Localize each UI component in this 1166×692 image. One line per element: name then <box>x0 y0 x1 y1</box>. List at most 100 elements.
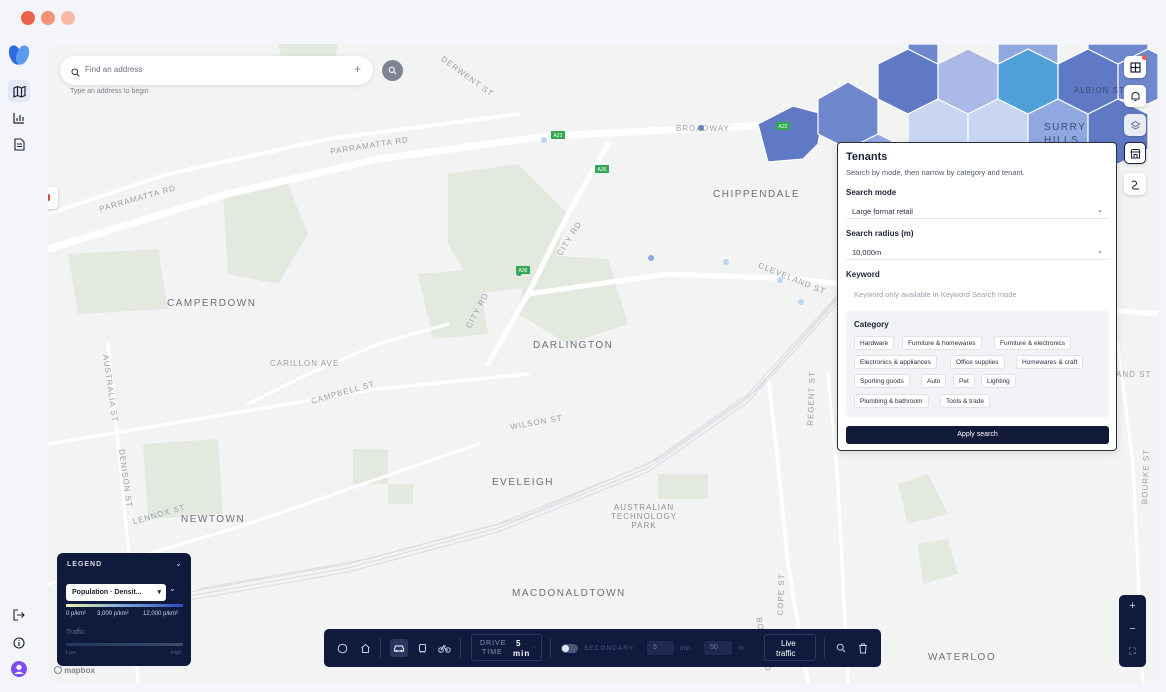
legend-layer-value: Population · Densit... <box>72 589 142 596</box>
close-window-button[interactable] <box>21 11 35 25</box>
left-rail <box>0 36 38 692</box>
collapse-legend-icon[interactable]: ⌄ <box>175 559 182 568</box>
address-search-bar[interactable]: Find an address + <box>60 56 403 85</box>
suburb-label: CAMPERDOWN <box>167 298 257 309</box>
tenants-tool[interactable] <box>1124 142 1146 164</box>
add-location-button[interactable]: + <box>354 62 361 76</box>
transit-mode-icon[interactable] <box>413 639 431 657</box>
circle-draw-icon[interactable] <box>333 639 351 657</box>
search-icon <box>388 66 397 75</box>
poi-label: AUSTRALIAN TECHNOLOGY PARK <box>611 503 678 530</box>
bell-tool[interactable] <box>1124 85 1146 107</box>
search-hint: Type an address to begin <box>70 88 149 95</box>
search-icon[interactable] <box>832 639 850 657</box>
density-gradient <box>66 604 183 607</box>
category-chip[interactable]: Lighting <box>981 374 1016 388</box>
street-label: COPE ST <box>775 573 787 616</box>
street-label: BROADWAY <box>676 124 730 133</box>
route-shield-a22: A22 <box>554 133 563 139</box>
category-chip[interactable]: Hardware <box>854 336 895 350</box>
zoom-out-button[interactable]: − <box>1119 623 1146 635</box>
grid-layer-tool[interactable] <box>1124 55 1147 78</box>
report-icon[interactable] <box>8 133 30 155</box>
location-marker[interactable] <box>48 187 58 209</box>
secondary-percent-input[interactable]: 50 <box>704 641 732 655</box>
zoom-in-button[interactable]: + <box>1119 600 1146 612</box>
search-submit-button[interactable] <box>382 60 403 81</box>
suburb-label: SURRY <box>1044 122 1087 133</box>
layers-icon <box>1130 120 1140 130</box>
window-titlebar <box>0 0 1166 36</box>
trash-icon[interactable] <box>854 639 872 657</box>
secondary-time-input[interactable]: 5 <box>647 641 674 655</box>
chevron-down-icon: ⌄ <box>1097 248 1103 255</box>
divider <box>460 638 461 658</box>
mapbox-attribution[interactable]: mapbox <box>54 666 95 675</box>
search-radius-label: Search radius (m) <box>846 229 914 238</box>
mapbox-logo-icon <box>54 666 62 674</box>
street-label: CARILLON AVE <box>270 359 340 368</box>
category-chip[interactable]: Office supplies <box>950 355 1005 369</box>
minimize-window-button[interactable] <box>41 11 55 25</box>
search-mode-select[interactable]: Large format retail ⌄ <box>846 202 1109 219</box>
logout-icon[interactable] <box>8 604 30 626</box>
traffic-high: High <box>170 650 182 656</box>
street-label: BOURKE ST <box>1140 448 1152 505</box>
zoom-control: + − ⛶ <box>1119 595 1146 667</box>
category-chip[interactable]: Homewares & craft <box>1016 355 1084 369</box>
street-label: ALBION ST <box>1074 86 1125 95</box>
category-chip[interactable]: Electronics & appliances <box>854 355 937 369</box>
car-mode-icon[interactable] <box>390 639 408 657</box>
analytics-icon[interactable] <box>8 107 30 129</box>
secondary-unit: min <box>680 645 691 652</box>
traffic-select[interactable]: Live traffic <box>764 634 816 661</box>
maximize-window-button[interactable] <box>61 11 75 25</box>
search-mode-value: Large format retail <box>852 207 913 216</box>
category-chip[interactable]: Tools & trade <box>940 394 990 408</box>
search-icon <box>71 64 80 82</box>
suburb-label: MACDONALDTOWN <box>512 588 626 599</box>
map-icon[interactable] <box>8 80 30 102</box>
traffic-line-2: traffic <box>776 649 796 658</box>
drive-time-value: 5 <box>516 639 522 648</box>
secondary-toggle[interactable] <box>561 644 578 653</box>
search-radius-select[interactable]: 10,000m ⌄ <box>846 243 1109 260</box>
category-chip[interactable]: Sporting goods <box>854 374 910 388</box>
category-chip[interactable]: Pet <box>953 374 975 388</box>
legend-options-icon[interactable]: ⌄ <box>169 584 176 593</box>
apply-search-button[interactable]: Apply search <box>846 426 1109 444</box>
category-chip[interactable]: Plumbing & bathroom <box>854 394 929 408</box>
bell-icon <box>1131 91 1139 101</box>
panel-subtitle: Search by mode, then narrow by category … <box>846 168 1025 177</box>
route-tool[interactable] <box>1124 173 1146 195</box>
divider <box>380 638 381 658</box>
category-chip[interactable]: Auto <box>921 374 947 388</box>
fit-view-button[interactable]: ⛶ <box>1119 646 1146 657</box>
divider <box>824 638 825 658</box>
keyword-input[interactable]: Keyword only available in Keyword Search… <box>846 287 1109 304</box>
street-label: REGENT ST <box>805 371 817 426</box>
search-input[interactable]: Find an address <box>85 65 142 74</box>
user-avatar-icon[interactable] <box>8 658 30 680</box>
category-chip[interactable]: Furniture & electronics <box>994 336 1072 350</box>
tenants-panel: Tenants Search by mode, then narrow by c… <box>837 142 1117 451</box>
category-chip[interactable]: Furniture & homewares <box>902 336 982 350</box>
info-icon[interactable] <box>8 632 30 654</box>
poi-layer-tool[interactable] <box>1124 114 1146 136</box>
legend-layer-select[interactable]: Population · Densit... ▾ <box>66 584 166 601</box>
scale-mid: 3,000 p/km² <box>97 611 129 617</box>
pin-icon <box>48 194 50 201</box>
category-section: Category Hardware Furniture & homewares … <box>846 311 1109 417</box>
notification-badge <box>1142 55 1147 60</box>
search-radius-value: 10,000m <box>852 248 882 257</box>
bike-mode-icon[interactable] <box>435 639 453 657</box>
traffic-line-1: Live <box>781 639 796 648</box>
suburb-label: EVELEIGH <box>492 477 555 488</box>
mapbox-text: mapbox <box>64 666 95 675</box>
traffic-gradient <box>66 643 183 646</box>
route-icon <box>1131 180 1139 189</box>
drive-time-control[interactable]: DRIVE TIME 5 min · <box>471 634 542 661</box>
keyword-label: Keyword <box>846 270 880 279</box>
home-icon[interactable] <box>356 639 374 657</box>
secondary-label: SECONDARY <box>584 645 635 652</box>
